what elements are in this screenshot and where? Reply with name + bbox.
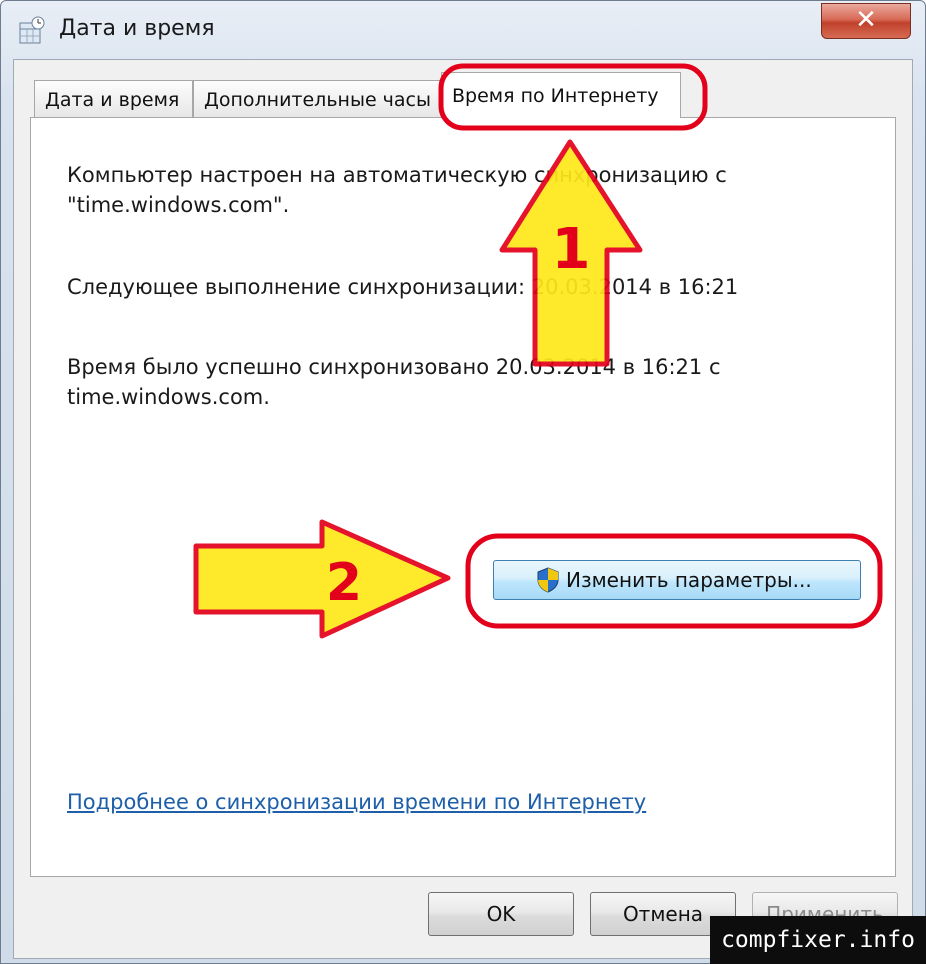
learn-more-link[interactable]: Подробнее о синхронизации времени по Инт… xyxy=(67,790,646,814)
next-sync-text: Следующее выполнение синхронизации: 20.0… xyxy=(67,275,739,299)
calendar-clock-icon xyxy=(19,16,45,44)
tab-internet-time[interactable]: Время по Интернету xyxy=(441,72,681,118)
close-button[interactable]: ✕ xyxy=(821,3,911,39)
change-settings-label: Изменить параметры... xyxy=(566,568,812,592)
title-bar[interactable]: Дата и время ✕ xyxy=(1,1,925,59)
last-sync-text: Время было успешно синхронизовано 20.03.… xyxy=(67,355,721,409)
tab-date-time[interactable]: Дата и время xyxy=(34,80,193,118)
tab-additional-clocks[interactable]: Дополнительные часы xyxy=(193,80,443,118)
change-settings-button[interactable]: Изменить параметры... xyxy=(493,560,861,600)
ok-button[interactable]: OK xyxy=(428,892,574,936)
watermark: compfixer.info xyxy=(710,916,926,964)
window-frame: Дата и время ✕ Дата и время Дополнительн… xyxy=(0,0,926,964)
dialog-client-area: Дата и время Дополнительные часы Время п… xyxy=(13,59,913,959)
window-title: Дата и время xyxy=(59,16,215,41)
uac-shield-icon xyxy=(537,567,559,593)
tab-panel-internet-time: Компьютер настроен на автоматическую син… xyxy=(30,117,896,877)
sync-status-text: Компьютер настроен на автоматическую син… xyxy=(67,163,727,217)
close-icon: ✕ xyxy=(855,5,877,35)
